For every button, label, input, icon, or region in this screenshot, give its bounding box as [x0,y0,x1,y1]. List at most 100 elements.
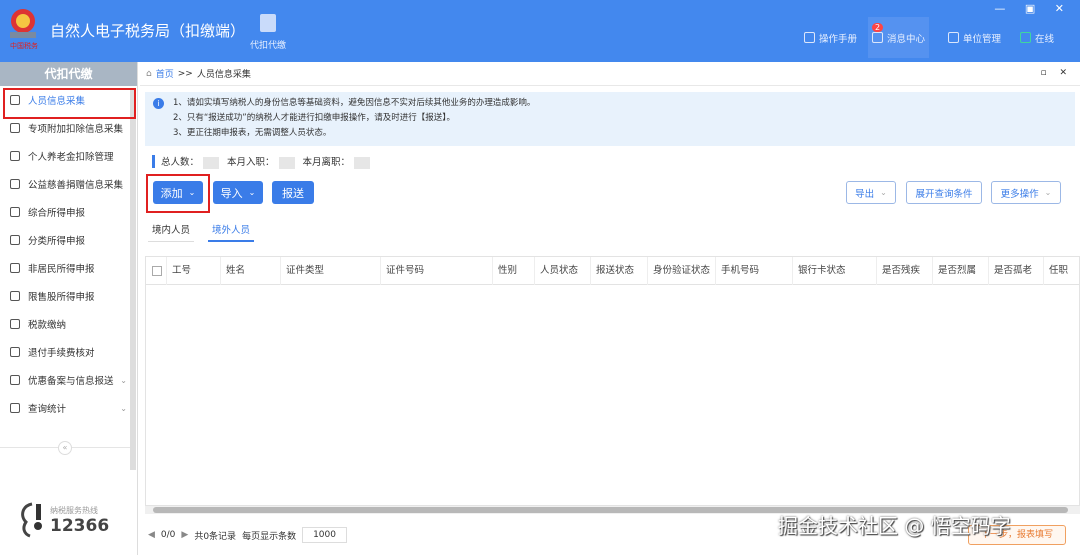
nav-online[interactable]: 在线 [1016,17,1058,58]
column-header[interactable]: 证件号码 [380,257,424,285]
home-icon[interactable]: ⌂ [146,69,152,79]
sidebar-collapse[interactable]: « [0,441,130,455]
select-all-checkbox[interactable] [152,266,162,276]
menu-icon [10,235,20,245]
hotline-number: 12366 [50,515,110,536]
hotline-label: 纳税服务热线 [50,505,98,515]
sidebar-item[interactable]: 非居民所得申报 [0,254,137,282]
column-header[interactable]: 是否孤老 [988,257,1032,285]
import-button[interactable]: 导入 ⌄ [213,181,263,204]
sidebar-item[interactable]: 税款缴纳 [0,310,137,338]
notice-box: i 1、请如实填写纳税人的身份信息等基础资料，避免因信息不实对后续其他业务的办理… [145,92,1075,146]
info-icon: i [153,98,164,109]
sidebar-item-label: 综合所得申报 [28,208,86,219]
breadcrumb-home[interactable]: 首页 [156,67,174,80]
nav-messages-label: 消息中心 [887,33,926,45]
sidebar-item[interactable]: 分类所得申报 [0,226,137,254]
column-header[interactable]: 报送状态 [590,257,634,285]
sidebar-scrollbar[interactable] [130,90,136,470]
menu-icon [10,263,20,273]
sidebar-item-label: 查询统计 [28,404,67,415]
stats-bar: 总人数： 本月入职： 本月离职： [152,154,371,169]
notice-line: 3、更正往期申报表，无需调整人员状态。 [173,128,332,138]
column-header[interactable]: 手机号码 [715,257,759,285]
sidebar: 代扣代缴 人员信息采集 专项附加扣除信息采集 个人养老金扣除管理 公益慈善捐赠信息采集… [0,62,138,555]
export-label: 导出 [855,188,875,200]
export-button[interactable]: 导出 ⌄ [846,181,896,204]
breadcrumb-separator: >> [177,68,193,79]
sidebar-item-label: 专项附加扣除信息采集 [28,124,124,135]
redacted-value [203,156,220,169]
watermark: 掘金技术社区 @ 悟空码字 [778,514,1011,538]
highlight-box-add [146,174,210,213]
column-header[interactable]: 工号 [166,257,191,285]
column-header[interactable]: 证件类型 [280,257,324,285]
stat-total: 总人数： [161,154,220,169]
column-header[interactable]: 任职 [1043,257,1068,285]
chevron-down-icon: ⌄ [248,188,256,197]
tab-foreign[interactable]: 境外人员 [208,218,255,242]
sidebar-item[interactable]: 综合所得申报 [0,198,137,226]
nav-unit-label: 单位管理 [963,33,1002,45]
record-count: 共0条记录 [194,531,237,542]
nav-unit-management[interactable]: 单位管理 [944,17,1005,58]
more-label: 更多操作 [1000,188,1039,200]
menu-icon [10,375,20,385]
column-header[interactable]: 银行卡状态 [792,257,846,285]
sidebar-item[interactable]: 查询统计 ⌄ [0,394,137,422]
column-header[interactable]: 是否残疾 [876,257,920,285]
mail-icon [872,32,883,43]
column-header[interactable]: 身份验证状态 [647,257,710,285]
nav-manual[interactable]: 操作手册 [800,17,861,58]
sidebar-item[interactable]: 限售股所得申报 [0,282,137,310]
sidebar-item-label: 个人养老金扣除管理 [28,152,114,163]
svg-text:中国税务: 中国税务 [10,41,38,50]
stat-joined-label: 本月入职： [227,157,275,169]
redacted-value [278,156,295,169]
sidebar-item[interactable]: 优惠备案与信息报送 ⌄ [0,366,137,394]
sidebar-item[interactable]: 退付手续费核对 [0,338,137,366]
personnel-table: 工号 姓名 证件类型 证件号码 性别 人员状态 报送状态 身份验证状态 手机号码 银行卡状态 是否残… [145,256,1080,506]
wallet-icon [260,14,276,32]
breadcrumb: ⌂ 首页 >> 人员信息采集 ▫ ✕ [140,62,1080,86]
expand-query-button[interactable]: 展开查询条件 [906,181,982,204]
menu-icon [10,347,20,357]
sidebar-menu: 人员信息采集 专项附加扣除信息采集 个人养老金扣除管理 公益慈善捐赠信息采集 综合所得申… [0,86,137,422]
person-tabs: 境内人员 境外人员 [148,218,255,242]
sidebar-item[interactable]: 公益慈善捐赠信息采集 [0,170,137,198]
nav-withholding[interactable]: 代扣代缴 [246,14,290,51]
headset-icon [21,502,42,538]
stat-total-label: 总人数： [161,157,200,169]
per-page-input[interactable]: 1000 [302,527,347,543]
app-header: 中国税务 自然人电子税务局（扣缴端） 代扣代缴 — ▣ ✕ 操作手册 2 消息中心… [0,0,1080,62]
page-indicator: 0/0 [160,530,176,540]
column-header[interactable]: 人员状态 [534,257,578,285]
monitor-icon [1020,32,1031,43]
notice-line: 2、只有“报送成功”的纳税人才能进行扣缴申报操作，请及时进行【报送】。 [173,113,455,123]
window-controls[interactable]: — ▣ ✕ [994,2,1072,15]
sidebar-item-label: 优惠备案与信息报送 [28,376,114,387]
prev-page-icon[interactable]: ◀ [148,530,155,540]
column-header[interactable]: 性别 [492,257,517,285]
breadcrumb-current: 人员信息采集 [196,70,251,80]
sidebar-item-label: 非居民所得申报 [28,264,95,275]
tab-domestic[interactable]: 境内人员 [148,218,195,242]
per-page-label: 每页显示条数 [242,531,297,542]
sidebar-item[interactable]: 个人养老金扣除管理 [0,142,137,170]
collapse-icon[interactable]: « [58,441,72,455]
submit-button[interactable]: 报送 [272,181,314,204]
column-header[interactable]: 是否烈属 [932,257,976,285]
next-page-icon[interactable]: ▶ [181,530,188,540]
menu-icon [10,151,20,161]
hotline: 纳税服务热线 12366 [18,502,109,538]
table-header: 工号 姓名 证件类型 证件号码 性别 人员状态 报送状态 身份验证状态 手机号码 银行卡状态 是否残… [146,257,1079,285]
tab-controls[interactable]: ▫ ✕ [1040,68,1072,78]
menu-icon [10,319,20,329]
stat-left-label: 本月离职： [302,157,351,169]
nav-messages[interactable]: 2 消息中心 [868,17,930,58]
more-actions-button[interactable]: 更多操作 ⌄ [991,181,1061,204]
stat-joined: 本月入职： [227,154,295,169]
column-header[interactable]: 姓名 [220,257,245,285]
sidebar-item-label: 税款缴纳 [28,320,67,331]
building-icon [948,32,959,43]
